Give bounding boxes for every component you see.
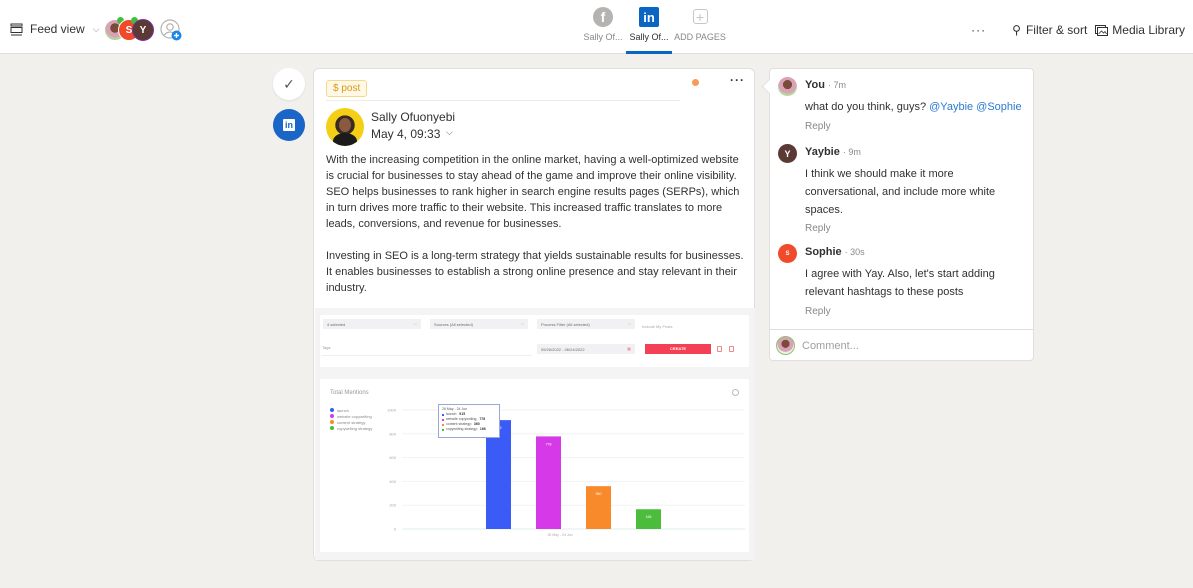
add-user-button[interactable] [160, 19, 182, 41]
comment-time: · 30s [844, 247, 865, 257]
tab-label: ADD PAGES [674, 32, 726, 42]
comment-time: · 9m [842, 147, 861, 157]
approve-button[interactable]: ✓ [273, 68, 305, 100]
comment-author: Yaybie [805, 146, 840, 158]
feed-view-dropdown[interactable]: Feed view ⌵ [10, 22, 100, 36]
y-tick-label: 800 [389, 431, 396, 436]
embedded-tags: Tags [322, 345, 331, 350]
post-paragraph: Investing in SEO is a long-term strategy… [326, 250, 744, 294]
comment-author: Sophie [805, 246, 842, 258]
tab-facebook[interactable]: f Sally Of... [580, 4, 626, 54]
embedded-select: Sources (All selected) ⌵ [430, 319, 528, 329]
bar-data-label: 166 [646, 515, 652, 519]
filter-sort-button[interactable]: ⚲ Filter & sort [1012, 23, 1087, 37]
bar-website-copywriting [536, 436, 561, 529]
post-tag[interactable]: $ post [326, 80, 368, 97]
post-paragraph: With the increasing competition in the o… [326, 154, 740, 230]
bar-data-label: 778 [546, 442, 552, 446]
media-library-icon [1095, 25, 1109, 36]
post-card: $ post ··· Sally Ofuonyebi May 4, 09:33 … [313, 68, 755, 561]
x-axis-label: 26 May - 24 Jun [547, 533, 572, 537]
avatar-yaybie[interactable]: Y [132, 19, 154, 41]
mention-link[interactable]: @Yaybie @Sophie [929, 101, 1021, 113]
avatar [778, 77, 797, 96]
active-tab-indicator [626, 51, 672, 54]
embedded-create-button: CREATE [645, 344, 711, 354]
tab-label: Sally Of... [629, 32, 669, 42]
status-indicator [692, 79, 699, 86]
reply-button[interactable]: Reply [805, 121, 831, 132]
post-image: 4 selected ⌵ Sources (All selected) ⌵ Proc… [315, 308, 755, 560]
toolbar-right: ··· ⚲ Filter & sort Media Library [971, 23, 1185, 37]
post-date: May 4, 09:33 [371, 127, 441, 141]
top-bar: Feed view ⌵ S Y f Sally Of... in Sally O… [0, 0, 1193, 54]
avatar: Y [778, 144, 797, 163]
tab-linkedin[interactable]: in Sally Of... [626, 4, 672, 54]
comment-author: You [805, 79, 825, 91]
comment-input[interactable] [802, 338, 1022, 354]
tab-label: Sally Of... [583, 32, 623, 42]
comment-text: I think we should make it more conversat… [805, 168, 996, 216]
embedded-select: Process Filter (All selected) ⌵ [537, 319, 635, 329]
embedded-select: 4 selected ⌵ [323, 319, 421, 329]
comment-text: what do you think, guys? @Yaybie @Sophie [805, 101, 1022, 113]
comment-text: I agree with Yay. Also, let's start addi… [805, 268, 995, 298]
media-library-label: Media Library [1112, 23, 1185, 37]
reply-button[interactable]: Reply [805, 223, 831, 234]
post-more-button[interactable]: ··· [730, 73, 745, 87]
chevron-down-icon: ⌵ [92, 23, 100, 34]
y-tick-label: 1000 [387, 408, 397, 413]
divider [326, 100, 680, 101]
reply-button[interactable]: Reply [805, 306, 831, 317]
y-tick-label: 600 [389, 455, 396, 460]
avatar: S [778, 244, 797, 263]
calendar-icon [729, 346, 734, 352]
linkedin-channel-button[interactable]: in [273, 109, 305, 141]
linkedin-icon: in [283, 119, 295, 131]
comments-panel: You · 7m what do you think, guys? @Yaybie… [769, 68, 1034, 361]
check-icon: ✓ [283, 75, 295, 92]
plus-icon: + [692, 9, 708, 25]
chevron-down-icon[interactable]: ⌵ [446, 127, 453, 138]
avatar [776, 336, 795, 355]
channel-tabs: f Sally Of... in Sally Of... + ADD PAGES [580, 4, 728, 54]
bar-chart: 0200400600800100091577836016626 May - 24… [387, 408, 745, 537]
embedded-filter-bar: 4 selected ⌵ Sources (All selected) ⌵ Proc… [320, 315, 749, 367]
filter-sort-label: Filter & sort [1025, 23, 1088, 37]
embedded-chart: Total Mentions launch website copywriting… [320, 379, 749, 552]
media-library-button[interactable]: Media Library [1095, 23, 1185, 37]
author-name: Sally Ofuonyebi [371, 110, 456, 124]
pdf-icon [717, 346, 722, 352]
chart-tooltip: 26 May - 24 Jun launch: 915 website copywr… [438, 404, 500, 438]
embedded-date-range: 05/26/2022 - 06/24/2022 ▦ [537, 344, 635, 354]
post-body: With the increasing competition in the o… [326, 152, 746, 296]
linkedin-icon: in [639, 7, 659, 27]
y-tick-label: 0 [394, 527, 397, 532]
more-options-button[interactable]: ··· [971, 23, 986, 37]
comment-composer [770, 329, 1033, 361]
y-tick-label: 200 [389, 503, 396, 508]
bar-data-label: 360 [596, 492, 602, 496]
tab-add-pages[interactable]: + ADD PAGES [672, 4, 728, 54]
collaborator-avatars: S Y [104, 17, 182, 41]
tooltip-row: copywriting strategy: 166 [442, 427, 496, 432]
feed-view-label: Feed view [30, 22, 85, 36]
y-tick-label: 400 [389, 479, 396, 484]
feed-view-icon [10, 23, 23, 35]
comment-time: · 7m [827, 80, 846, 90]
filter-icon: ⚲ [1012, 23, 1021, 37]
embedded-include-posts: Include My Posts [642, 324, 673, 329]
author-avatar [326, 108, 364, 146]
add-user-icon [160, 19, 182, 41]
facebook-icon: f [593, 7, 613, 27]
